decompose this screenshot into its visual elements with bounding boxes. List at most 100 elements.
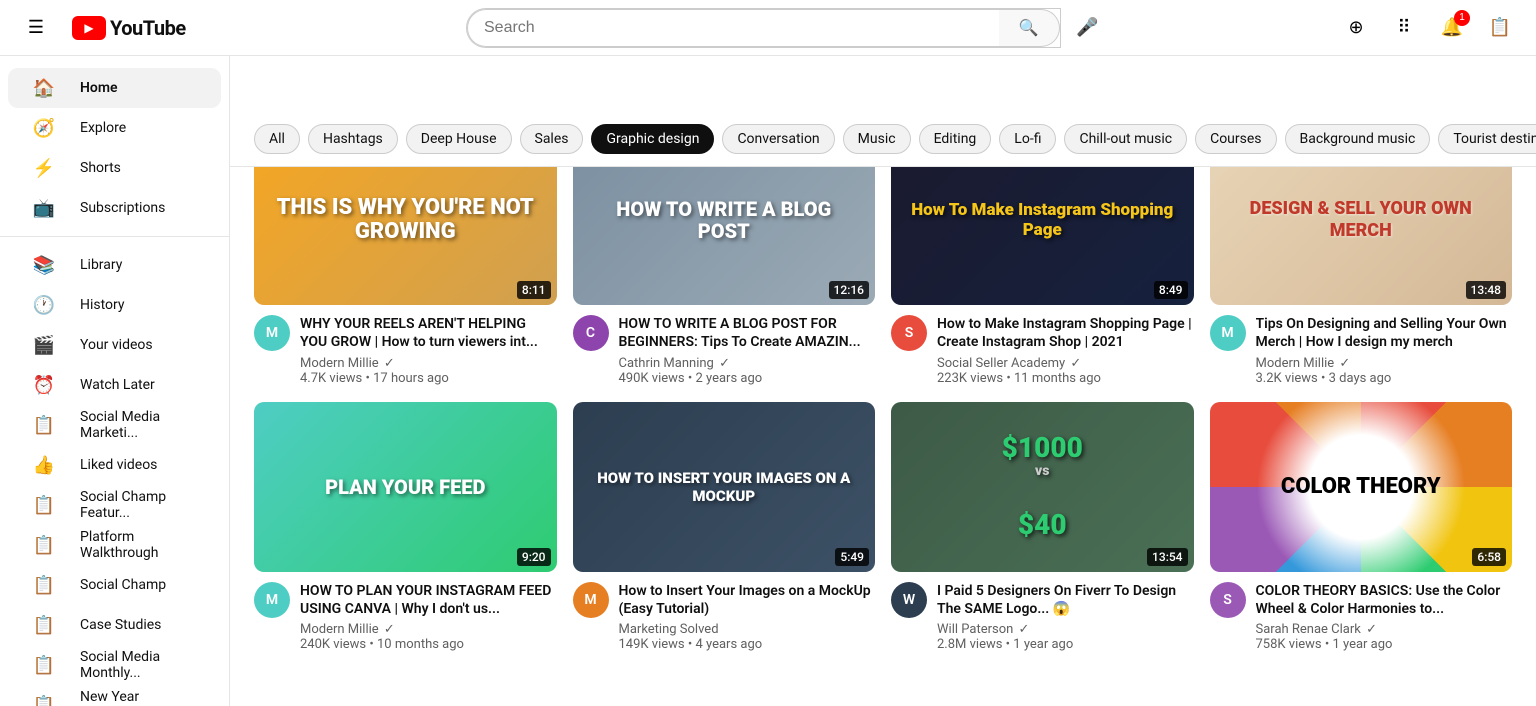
account-button[interactable]: 📋 (1480, 8, 1520, 48)
sidebar-item-platform-walkthrough[interactable]: 📋 Platform Walkthrough (8, 525, 221, 565)
playlist-icon-6: 📋 (32, 655, 56, 676)
video-card-1[interactable]: THIS IS WHY YOU'RE NOT GROWING 8:11 M WH… (254, 135, 557, 386)
video-card-3[interactable]: How To Make Instagram Shopping Page 8:49… (891, 135, 1194, 386)
video-card-2[interactable]: HOW TO WRITE A BLOG POST 12:16 C HOW TO … (573, 135, 876, 386)
youtube-logo-icon (72, 16, 106, 40)
search-button[interactable]: 🔍 (999, 9, 1060, 47)
video-meta-1: WHY YOUR REELS AREN'T HELPING YOU GROW |… (300, 315, 557, 385)
chip-editing[interactable]: Editing (919, 124, 992, 154)
thumb-text-5: PLAN YOUR FEED (254, 402, 557, 572)
video-stats-1: 4.7K views • 17 hours ago (300, 371, 557, 386)
video-stats-3: 223K views • 11 months ago (937, 371, 1194, 386)
verified-1: ✓ (384, 356, 395, 371)
video-meta-3: How to Make Instagram Shopping Page | Cr… (937, 315, 1194, 385)
video-card-8[interactable]: COLOR THEORY 6:58 S COLOR THEORY BASICS:… (1210, 402, 1513, 653)
video-card-4[interactable]: DESIGN & SELL YOUR OWN MERCH 13:48 M Tip… (1210, 135, 1513, 386)
video-meta-6: How to Insert Your Images on a MockUp (E… (619, 582, 876, 652)
video-stats-2: 490K views • 2 years ago (619, 371, 876, 386)
playlist-icon-7: 📋 (32, 695, 56, 706)
sidebar-label-library: Library (80, 257, 122, 273)
sidebar-item-shorts[interactable]: ⚡ Shorts (8, 148, 221, 188)
video-info-6: M How to Insert Your Images on a MockUp … (573, 582, 876, 652)
video-info-3: S How to Make Instagram Shopping Page | … (891, 315, 1194, 385)
chip-sales[interactable]: Sales (520, 124, 584, 154)
video-channel-3: Social Seller Academy ✓ (937, 356, 1194, 371)
sidebar-item-social-media-marketing[interactable]: 📋 Social Media Marketi... (8, 405, 221, 445)
chip-graphic-design[interactable]: Graphic design (591, 124, 714, 154)
video-card-6[interactable]: HOW TO INSERT YOUR IMAGES ON A MOCKUP 5:… (573, 402, 876, 653)
verified-2: ✓ (719, 356, 730, 371)
sidebar-label-platform-walkthrough: Platform Walkthrough (80, 529, 197, 561)
chip-chillout-music[interactable]: Chill-out music (1064, 124, 1187, 154)
video-stats-5: 240K views • 10 months ago (300, 637, 557, 652)
duration-4: 13:48 (1466, 281, 1506, 299)
chip-courses[interactable]: Courses (1195, 124, 1276, 154)
thumbnail-8: COLOR THEORY 6:58 (1210, 402, 1513, 572)
sidebar-item-watch-later[interactable]: ⏰ Watch Later (8, 365, 221, 405)
verified-5: ✓ (384, 622, 395, 637)
chip-lofi[interactable]: Lo-fi (999, 124, 1056, 154)
mic-button[interactable]: 🎤 (1069, 8, 1106, 48)
chip-deep-house[interactable]: Deep House (406, 124, 512, 154)
sidebar-item-liked-videos[interactable]: 👍 Liked videos (8, 445, 221, 485)
your-videos-icon: 🎬 (32, 335, 56, 356)
sidebar-library-items: 📚 Library 🕐 History 🎬 Your videos ⏰ Watc… (0, 245, 229, 706)
video-meta-7: I Paid 5 Designers On Fiverr To Design T… (937, 582, 1194, 652)
sidebar-item-library[interactable]: 📚 Library (8, 245, 221, 285)
sidebar-item-home[interactable]: 🏠 Home (8, 68, 221, 108)
thumbnail-6: HOW TO INSERT YOUR IMAGES ON A MOCKUP 5:… (573, 402, 876, 572)
video-info-5: M HOW TO PLAN YOUR INSTAGRAM FEED USING … (254, 582, 557, 652)
search-area: 🔍 🎤 (466, 8, 1106, 48)
video-title-7: I Paid 5 Designers On Fiverr To Design T… (937, 582, 1194, 618)
thumbnail-7: $1000vs$40 13:54 (891, 402, 1194, 572)
search-input[interactable] (467, 9, 999, 47)
home-icon: 🏠 (32, 78, 56, 99)
video-grid: THIS IS WHY YOU'RE NOT GROWING 8:11 M WH… (230, 111, 1536, 676)
sidebar-item-new-year-resolution[interactable]: 📋 New Year Resolution ... (8, 685, 221, 706)
layout: 🏠 Home 🧭 Explore ⚡ Shorts 📺 Subscription… (0, 56, 1536, 706)
hamburger-button[interactable]: ☰ (16, 8, 56, 48)
avatar-5: M (254, 582, 290, 618)
chip-music[interactable]: Music (843, 124, 911, 154)
notification-button[interactable]: 🔔 1 (1432, 8, 1472, 48)
sidebar-item-social-champ[interactable]: 📋 Social Champ (8, 565, 221, 605)
logo-text: YouTube (110, 16, 186, 40)
header-right: ⊕ ⠿ 🔔 1 📋 (1336, 8, 1520, 48)
mic-icon: 🎤 (1076, 17, 1098, 38)
thumb-text-6: HOW TO INSERT YOUR IMAGES ON A MOCKUP (573, 402, 876, 572)
create-button[interactable]: ⊕ (1336, 8, 1376, 48)
chip-all[interactable]: All (254, 124, 300, 154)
chip-hashtags[interactable]: Hashtags (308, 124, 398, 154)
chip-bar: All Hashtags Deep House Sales Graphic de… (230, 112, 1536, 167)
subscriptions-icon: 📺 (32, 198, 56, 219)
sidebar-item-social-media-monthly[interactable]: 📋 Social Media Monthly... (8, 645, 221, 685)
video-stats-6: 149K views • 4 years ago (619, 637, 876, 652)
chip-background-music[interactable]: Background music (1285, 124, 1431, 154)
account-icon: 📋 (1489, 17, 1511, 38)
sidebar-label-new-year-resolution: New Year Resolution ... (80, 689, 197, 706)
sidebar-item-subscriptions[interactable]: 📺 Subscriptions (8, 188, 221, 228)
sidebar-item-explore[interactable]: 🧭 Explore (8, 108, 221, 148)
sidebar-item-case-studies[interactable]: 📋 Case Studies (8, 605, 221, 645)
liked-icon: 👍 (32, 455, 56, 476)
library-icon: 📚 (32, 255, 56, 276)
sidebar-main-items: 🏠 Home 🧭 Explore ⚡ Shorts 📺 Subscription… (0, 68, 229, 228)
apps-button[interactable]: ⠿ (1384, 8, 1424, 48)
sidebar-item-your-videos[interactable]: 🎬 Your videos (8, 325, 221, 365)
sidebar-label-social-champ: Social Champ (80, 577, 166, 593)
video-stats-8: 758K views • 1 year ago (1256, 637, 1513, 652)
video-meta-5: HOW TO PLAN YOUR INSTAGRAM FEED USING CA… (300, 582, 557, 652)
logo[interactable]: YouTube (72, 16, 186, 40)
sidebar-item-social-champ-featur[interactable]: 📋 Social Champ Featur... (8, 485, 221, 525)
video-card-5[interactable]: PLAN YOUR FEED 9:20 M HOW TO PLAN YOUR I… (254, 402, 557, 653)
apps-icon: ⠿ (1397, 17, 1410, 38)
video-meta-4: Tips On Designing and Selling Your Own M… (1256, 315, 1513, 385)
chip-tourist-destination[interactable]: Tourist destination (1438, 124, 1536, 154)
sidebar-item-history[interactable]: 🕐 History (8, 285, 221, 325)
video-channel-1: Modern Millie ✓ (300, 356, 557, 371)
chip-conversation[interactable]: Conversation (722, 124, 834, 154)
video-info-1: M WHY YOUR REELS AREN'T HELPING YOU GROW… (254, 315, 557, 385)
video-title-5: HOW TO PLAN YOUR INSTAGRAM FEED USING CA… (300, 582, 557, 618)
video-card-7[interactable]: $1000vs$40 13:54 W I Paid 5 Designers On… (891, 402, 1194, 653)
header: ☰ YouTube 🔍 🎤 ⊕ ⠿ 🔔 1 📋 (0, 0, 1536, 56)
